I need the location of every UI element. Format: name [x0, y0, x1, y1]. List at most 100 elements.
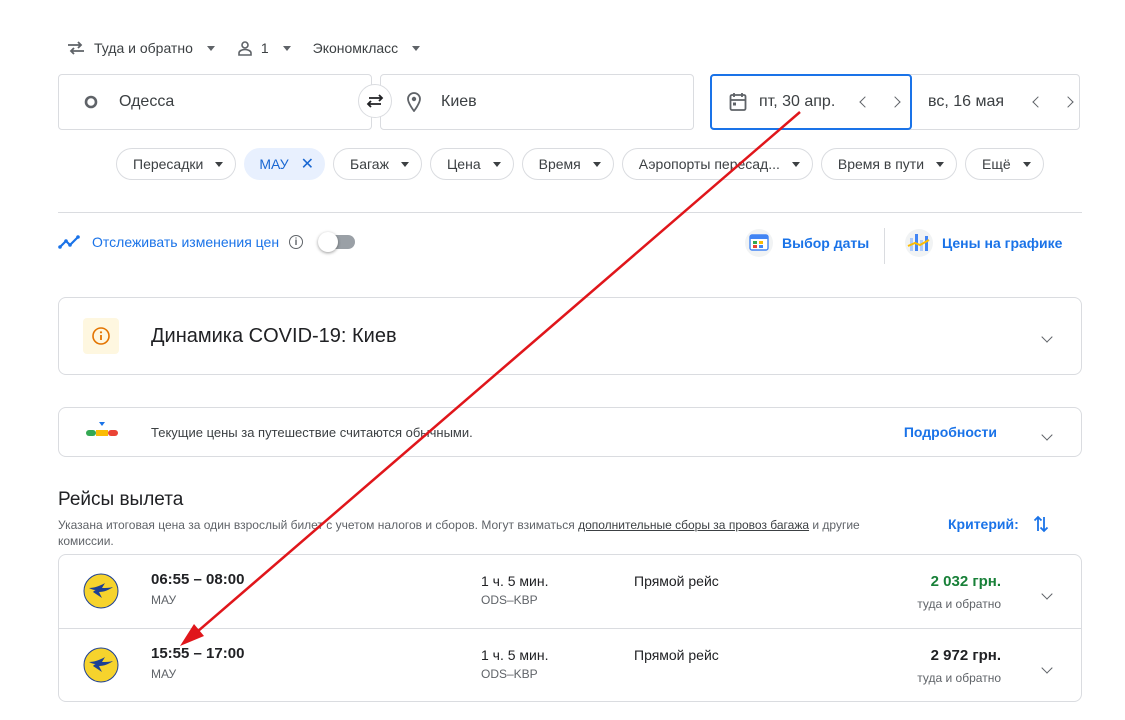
covid-card[interactable]: Динамика COVID-19: Киев — [58, 297, 1082, 375]
trip-type-dropdown[interactable]: Туда и обратно — [66, 40, 215, 56]
flight-stops: Прямой рейс — [634, 647, 719, 663]
filter-chip-airline[interactable]: МАУ ✕ — [244, 148, 326, 180]
departure-date-input[interactable]: пт, 30 апр. — [710, 73, 912, 130]
caret-down-icon — [282, 45, 291, 51]
filter-chip-price[interactable]: Цена — [429, 148, 514, 180]
caret-down-icon — [791, 161, 800, 167]
date-grid-button[interactable]: Выбор даты — [744, 228, 869, 258]
sort-button[interactable]: Критерий: — [948, 514, 1049, 534]
round-trip-icon — [68, 41, 84, 55]
origin-value: Одесса — [119, 93, 175, 110]
swap-button[interactable] — [358, 84, 392, 118]
swap-arrows-icon — [366, 94, 384, 108]
track-prices-label[interactable]: Отслеживать изменения цен — [92, 234, 279, 250]
details-link[interactable]: Подробности — [904, 424, 997, 440]
departures-title: Рейсы вылета — [58, 489, 184, 510]
flight-price: 2 032 грн. — [930, 573, 1001, 590]
track-prices: Отслеживать изменения цен i — [58, 232, 356, 252]
departure-date-value: пт, 30 апр. — [759, 92, 836, 110]
chip-label: Пересадки — [133, 156, 204, 172]
destination-value: Киев — [441, 93, 477, 110]
chevron-down-icon — [1041, 588, 1053, 600]
flight-time: 15:55 – 17:00 — [151, 645, 245, 662]
chip-label: МАУ — [259, 156, 289, 172]
flight-duration: 1 ч. 5 мин. — [481, 647, 549, 663]
chevron-down-icon — [1041, 331, 1053, 343]
expand-button[interactable] — [1041, 585, 1053, 603]
bar-chart-icon — [905, 229, 933, 257]
destination-input[interactable]: Киев — [380, 74, 694, 130]
track-prices-toggle[interactable] — [318, 232, 356, 252]
chevron-down-icon — [1041, 662, 1053, 674]
origin-input[interactable]: Одесса — [58, 74, 372, 130]
caret-down-icon — [215, 161, 224, 167]
chip-label: Ещё — [982, 156, 1011, 172]
location-pin-icon — [407, 92, 421, 112]
chip-label: Время в пути — [837, 156, 925, 172]
person-icon — [238, 41, 252, 56]
caret-down-icon — [1022, 161, 1031, 167]
prev-date-button[interactable] — [855, 92, 875, 112]
return-date-value: вс, 16 мая — [928, 93, 1005, 110]
date-range: пт, 30 апр. вс, 16 мая — [710, 73, 1080, 130]
expand-button[interactable] — [1041, 328, 1053, 346]
chip-label: Багаж — [350, 156, 389, 172]
calendar-icon — [729, 92, 747, 111]
flight-stops: Прямой рейс — [634, 573, 719, 589]
price-level-icon — [86, 422, 118, 436]
expand-button[interactable] — [1041, 659, 1053, 677]
next-date-button[interactable] — [885, 92, 905, 112]
price-insight-card[interactable]: Текущие цены за путешествие считаются об… — [58, 407, 1082, 457]
chevron-down-icon — [1041, 429, 1053, 441]
filter-chip-connecting-airports[interactable]: Аэропорты пересад... — [621, 148, 813, 180]
price-graph-button[interactable]: Цены на графике — [904, 228, 1062, 258]
divider — [884, 228, 885, 264]
cabin-class-dropdown[interactable]: Экономкласс — [313, 40, 421, 56]
departures-note: Указана итоговая цена за один взрослый б… — [58, 518, 860, 548]
chip-label: Аэропорты пересад... — [638, 156, 780, 172]
trip-options: Туда и обратно 1 Экономкласс — [66, 36, 442, 60]
flight-route: ODS–KBP — [481, 667, 538, 681]
info-icon[interactable]: i — [289, 235, 304, 249]
divider — [58, 212, 1082, 213]
airline-name: МАУ — [151, 593, 177, 607]
filter-chip-stops[interactable]: Пересадки — [116, 148, 237, 180]
chevron-left-icon — [859, 95, 871, 108]
sort-icon — [1033, 515, 1048, 533]
chevron-right-icon — [1062, 96, 1074, 108]
price-insight-text: Текущие цены за путешествие считаются об… — [151, 425, 473, 440]
info-icon — [92, 327, 110, 345]
filter-chip-more[interactable]: Ещё — [965, 148, 1044, 180]
flight-row[interactable]: 06:55 – 08:00 МАУ 1 ч. 5 мин. ODS–KBP Пр… — [59, 555, 1081, 628]
passengers-dropdown[interactable]: 1 — [237, 40, 291, 56]
chip-label: Время — [538, 156, 581, 172]
trending-icon — [58, 235, 80, 249]
price-type: туда и обратно — [917, 671, 1001, 685]
sort-label: Критерий: — [948, 516, 1019, 532]
covid-badge — [83, 318, 119, 354]
caret-down-icon — [592, 161, 601, 167]
close-icon[interactable]: ✕ — [301, 154, 314, 174]
flight-route: ODS–KBP — [481, 593, 538, 607]
expand-button[interactable] — [1041, 426, 1053, 444]
caret-down-icon — [936, 161, 945, 167]
cabin-class-label: Экономкласс — [312, 40, 399, 56]
return-date-input[interactable]: вс, 16 мая — [912, 75, 1079, 129]
chevron-left-icon — [1032, 96, 1044, 108]
caret-down-icon — [412, 45, 421, 51]
covid-title: Динамика COVID-19: Киев — [151, 325, 397, 347]
next-return-date-button[interactable] — [1058, 92, 1078, 112]
filter-chip-bags[interactable]: Багаж — [333, 148, 422, 180]
filter-chip-times[interactable]: Время — [521, 148, 614, 180]
price-type: туда и обратно — [917, 597, 1001, 611]
filter-chips: Пересадки МАУ ✕ Багаж Цена Время Аэропорт… — [116, 148, 1044, 180]
filter-chip-duration[interactable]: Время в пути — [820, 148, 958, 180]
flight-row[interactable]: 15:55 – 17:00 МАУ 1 ч. 5 мин. ODS–KBP Пр… — [59, 628, 1081, 701]
caret-down-icon — [400, 161, 409, 167]
price-graph-label: Цены на графике — [942, 235, 1063, 251]
prev-return-date-button[interactable] — [1028, 92, 1048, 112]
flights-list: 06:55 – 08:00 МАУ 1 ч. 5 мин. ODS–KBP Пр… — [58, 554, 1082, 702]
passengers-count: 1 — [260, 40, 269, 56]
chip-label: Цена — [446, 156, 481, 172]
baggage-fees-link[interactable]: дополнительные сборы за провоз багажа — [578, 518, 809, 532]
